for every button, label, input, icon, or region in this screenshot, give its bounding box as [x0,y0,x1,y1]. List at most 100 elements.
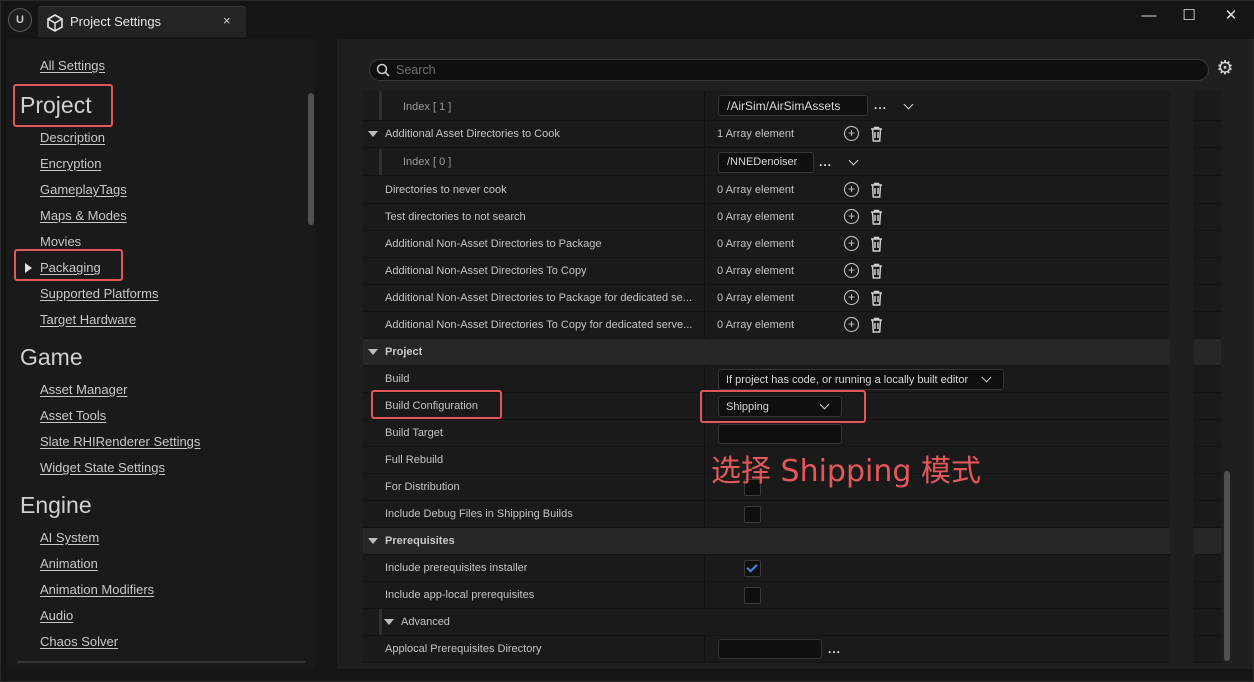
property-label: Additional Non-Asset Directories to Pack… [385,292,692,304]
sidebar-item-supported-platforms[interactable]: Supported Platforms [40,286,159,301]
property-label: Full Rebuild [385,454,444,466]
sidebar-item-chaos-solver[interactable]: Chaos Solver [40,634,118,649]
property-value: 0 Array element [717,211,795,223]
table-row: Additional Non-Asset Directories To Copy… [363,258,1221,285]
add-element-icon[interactable]: + [844,126,859,141]
chevron-down-icon[interactable] [903,99,914,110]
trash-icon[interactable] [870,290,883,306]
property-value: 0 Array element [717,184,795,196]
add-element-icon[interactable]: + [844,236,859,251]
property-label: Include prerequisites installer [385,562,528,574]
tab-close-icon[interactable]: × [223,13,231,28]
gear-icon[interactable]: ⚙ [1215,59,1235,79]
grid-gutter [1170,91,1194,663]
unreal-logo-icon[interactable]: U [8,8,32,32]
table-row: Include app-local prerequisites [363,582,1221,609]
property-label: Build Target [385,427,443,439]
table-row: Applocal Prerequisites Directory ... [363,636,1221,663]
add-element-icon[interactable]: + [844,209,859,224]
sidebar-item-asset-tools[interactable]: Asset Tools [40,408,106,423]
table-row: Additional Asset Directories to Cook 1 A… [363,121,1221,148]
table-row: Build Target [363,420,1221,447]
chevron-down-icon[interactable] [848,155,859,166]
section-header-project[interactable]: Project [363,339,1221,366]
property-label: For Distribution [385,481,460,493]
collapse-caret-icon[interactable] [368,349,378,355]
include-debug-checkbox[interactable] [744,506,761,523]
tab-project-settings[interactable]: Project Settings × [38,6,246,37]
sidebar-section-engine: Engine [20,492,92,518]
more-options-icon[interactable]: ... [874,98,887,112]
path-input-index0[interactable]: /NNEDenoiser [718,152,814,173]
build-dropdown[interactable]: If project has code, or running a locall… [718,369,1004,390]
maximize-button[interactable]: ☐ [1174,5,1204,27]
property-label: Test directories to not search [385,211,526,223]
sidebar-item-target-hardware[interactable]: Target Hardware [40,312,136,327]
expand-caret-icon[interactable] [368,131,378,137]
table-row: Index [ 0 ] /NNEDenoiser ... [363,149,1221,176]
search-box[interactable]: Search [369,59,1209,81]
sidebar-item-encryption[interactable]: Encryption [40,156,101,171]
trash-icon[interactable] [870,126,883,142]
sidebar-item-gameplaytags[interactable]: GameplayTags [40,182,127,197]
add-element-icon[interactable]: + [844,317,859,332]
trash-icon[interactable] [870,182,883,198]
add-element-icon[interactable]: + [844,263,859,278]
trash-icon[interactable] [870,209,883,225]
property-label: Build [385,373,410,385]
sidebar-item-animation[interactable]: Animation [40,556,98,571]
sidebar-item-slate-rhi[interactable]: Slate RHIRenderer Settings [40,434,200,449]
property-value: 0 Array element [717,292,795,304]
sidebar-divider [17,661,305,663]
close-window-button[interactable]: ✕ [1216,5,1246,27]
title-bar: U Project Settings × — ☐ ✕ [1,1,1254,39]
checkmark-icon [746,561,758,573]
minimize-button[interactable]: — [1134,5,1164,27]
table-row: Additional Non-Asset Directories To Copy… [363,312,1221,339]
sidebar-scrollbar[interactable] [308,93,314,225]
sidebar-item-ai-system[interactable]: AI System [40,530,99,545]
collapse-caret-icon[interactable] [384,619,394,625]
search-input[interactable]: Search [396,63,436,77]
table-row: Test directories to not search 0 Array e… [363,204,1221,231]
advanced-group-row[interactable]: Advanced [363,609,1221,636]
table-row: Index [ 1 ] /AirSim/AirSimAssets ... [363,91,1221,121]
sidebar-all-settings[interactable]: All Settings [40,58,105,73]
trash-icon[interactable] [870,263,883,279]
applocal-checkbox[interactable] [744,587,761,604]
section-header-prerequisites[interactable]: Prerequisites [363,528,1221,555]
trash-icon[interactable] [870,317,883,333]
build-target-input[interactable] [718,424,842,444]
highlight-build-configuration [371,390,502,419]
path-input-index1[interactable]: /AirSim/AirSimAssets [718,95,868,116]
table-row: Additional Non-Asset Directories to Pack… [363,285,1221,312]
property-value: 0 Array element [717,238,795,250]
collapse-caret-icon[interactable] [368,538,378,544]
sidebar-item-maps-modes[interactable]: Maps & Modes [40,208,127,223]
highlight-shipping-dropdown [700,390,866,423]
table-row: Include Debug Files in Shipping Builds [363,501,1221,528]
property-label: Additional Asset Directories to Cook [385,128,560,140]
property-label: Index [ 1 ] [403,101,452,113]
sidebar-item-description[interactable]: Description [40,130,105,145]
applocal-dir-input[interactable] [718,639,822,659]
more-options-icon[interactable]: ... [819,155,832,169]
sidebar-item-audio[interactable]: Audio [40,608,73,623]
sidebar-item-animation-modifiers[interactable]: Animation Modifiers [40,582,154,597]
sidebar-item-asset-manager[interactable]: Asset Manager [40,382,127,397]
sidebar-section-game: Game [20,344,83,370]
property-grid: Index [ 1 ] /AirSim/AirSimAssets ... Add… [363,91,1221,663]
tab-title: Project Settings [70,14,162,29]
property-value: 0 Array element [717,319,795,331]
property-label: Directories to never cook [385,184,507,196]
browse-icon[interactable]: ... [828,642,841,656]
sidebar-item-widget-state[interactable]: Widget State Settings [40,460,165,475]
settings-cube-icon [47,14,63,32]
trash-icon[interactable] [870,236,883,252]
add-element-icon[interactable]: + [844,182,859,197]
prereq-installer-checkbox[interactable] [744,560,761,577]
details-scrollbar[interactable] [1224,471,1230,661]
group-title: Advanced [401,616,450,628]
sidebar-item-movies[interactable]: Movies [40,234,81,249]
add-element-icon[interactable]: + [844,290,859,305]
